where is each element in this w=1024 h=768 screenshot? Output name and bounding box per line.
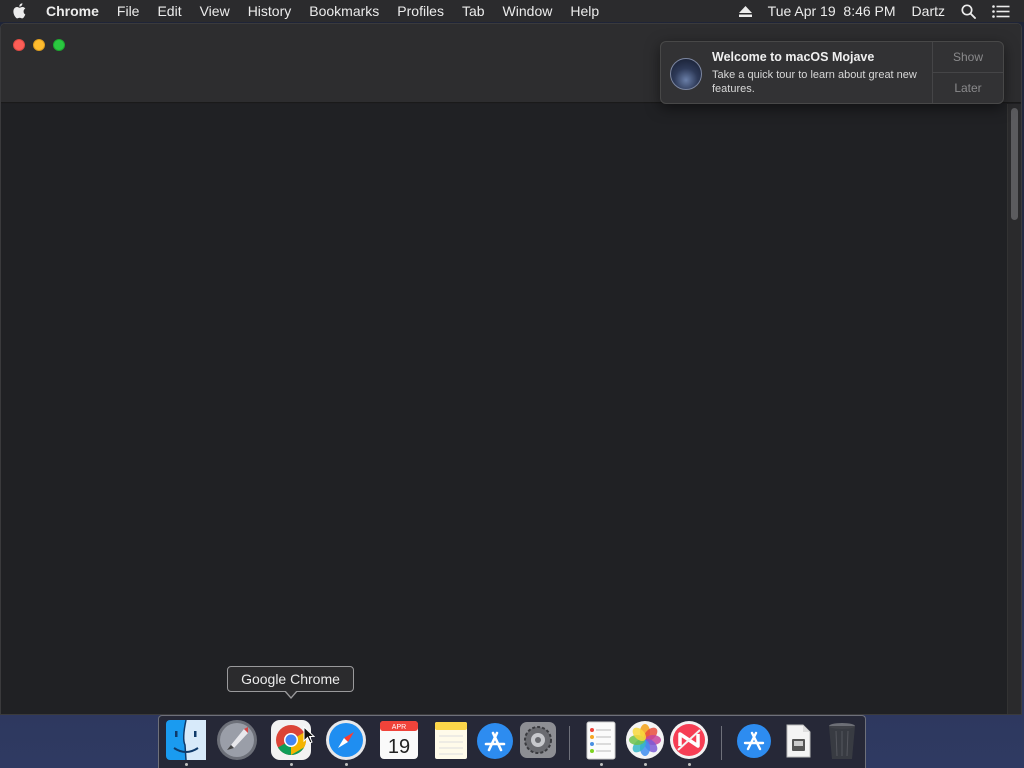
reminders-icon[interactable] <box>580 719 622 761</box>
document-icon[interactable] <box>777 719 819 761</box>
app-store-downloads-icon[interactable] <box>733 719 775 761</box>
menu-view[interactable]: View <box>191 0 239 22</box>
scrollbar-thumb[interactable] <box>1011 108 1018 220</box>
close-button[interactable] <box>13 39 25 51</box>
apple-icon[interactable] <box>0 3 38 19</box>
menu-tab[interactable]: Tab <box>453 0 494 22</box>
menu-edit[interactable]: Edit <box>148 0 190 22</box>
notification-title: Welcome to macOS Mojave <box>712 50 875 64</box>
dock-separator <box>569 726 570 760</box>
list-icon[interactable] <box>984 0 1024 22</box>
reminders-running-dot <box>600 763 603 766</box>
dock: APR 19 <box>158 715 866 768</box>
macos-mojave-icon <box>670 58 702 90</box>
photos-icon[interactable] <box>624 719 666 761</box>
menu-app-name[interactable]: Chrome <box>38 0 108 22</box>
app-store-icon[interactable] <box>474 719 516 761</box>
notes-icon[interactable] <box>430 719 472 761</box>
chrome-window <box>0 23 1022 715</box>
photos-running-dot <box>644 763 647 766</box>
maximize-button[interactable] <box>53 39 65 51</box>
menu-profiles[interactable]: Profiles <box>388 0 453 22</box>
finder-icon[interactable] <box>165 719 207 761</box>
news-icon[interactable] <box>668 719 710 761</box>
notification-body[interactable]: Welcome to macOS Mojave Take a quick tou… <box>661 42 933 103</box>
news-running-dot <box>688 763 691 766</box>
menu-clock[interactable]: Tue Apr 19 8:46 PM <box>760 0 904 22</box>
trash-icon[interactable] <box>821 719 863 761</box>
launchpad-icon[interactable] <box>216 719 258 761</box>
system-preferences-icon[interactable] <box>517 719 559 761</box>
calendar-icon[interactable]: APR 19 <box>378 719 420 761</box>
finder-running-dot <box>185 763 188 766</box>
spotlight-search-icon[interactable] <box>953 0 984 22</box>
notification-message: Take a quick tour to learn about great n… <box>712 69 917 95</box>
minimize-button[interactable] <box>33 39 45 51</box>
menu-window[interactable]: Window <box>494 0 562 22</box>
notification-show-button[interactable]: Show <box>933 42 1003 73</box>
menu-bar: Chrome File Edit View History Bookmarks … <box>0 0 1024 22</box>
mouse-cursor-icon <box>303 725 316 749</box>
menu-history[interactable]: History <box>239 0 301 22</box>
chrome-running-dot <box>290 763 293 766</box>
safari-icon[interactable] <box>325 719 367 761</box>
calendar-day: 19 <box>388 736 410 758</box>
notification-later-button[interactable]: Later <box>933 73 1003 103</box>
calendar-month: APR <box>392 724 406 731</box>
safari-running-dot <box>345 763 348 766</box>
page-content[interactable] <box>1 104 1021 714</box>
menu-bookmarks[interactable]: Bookmarks <box>300 0 388 22</box>
eject-icon[interactable] <box>731 0 760 22</box>
menu-user[interactable]: Dartz <box>904 0 953 22</box>
notification-banner[interactable]: Welcome to macOS Mojave Take a quick tou… <box>660 41 1004 104</box>
dock-separator-2 <box>721 726 722 760</box>
menu-file[interactable]: File <box>108 0 149 22</box>
dock-tooltip: Google Chrome <box>227 666 354 692</box>
menu-help[interactable]: Help <box>561 0 608 22</box>
